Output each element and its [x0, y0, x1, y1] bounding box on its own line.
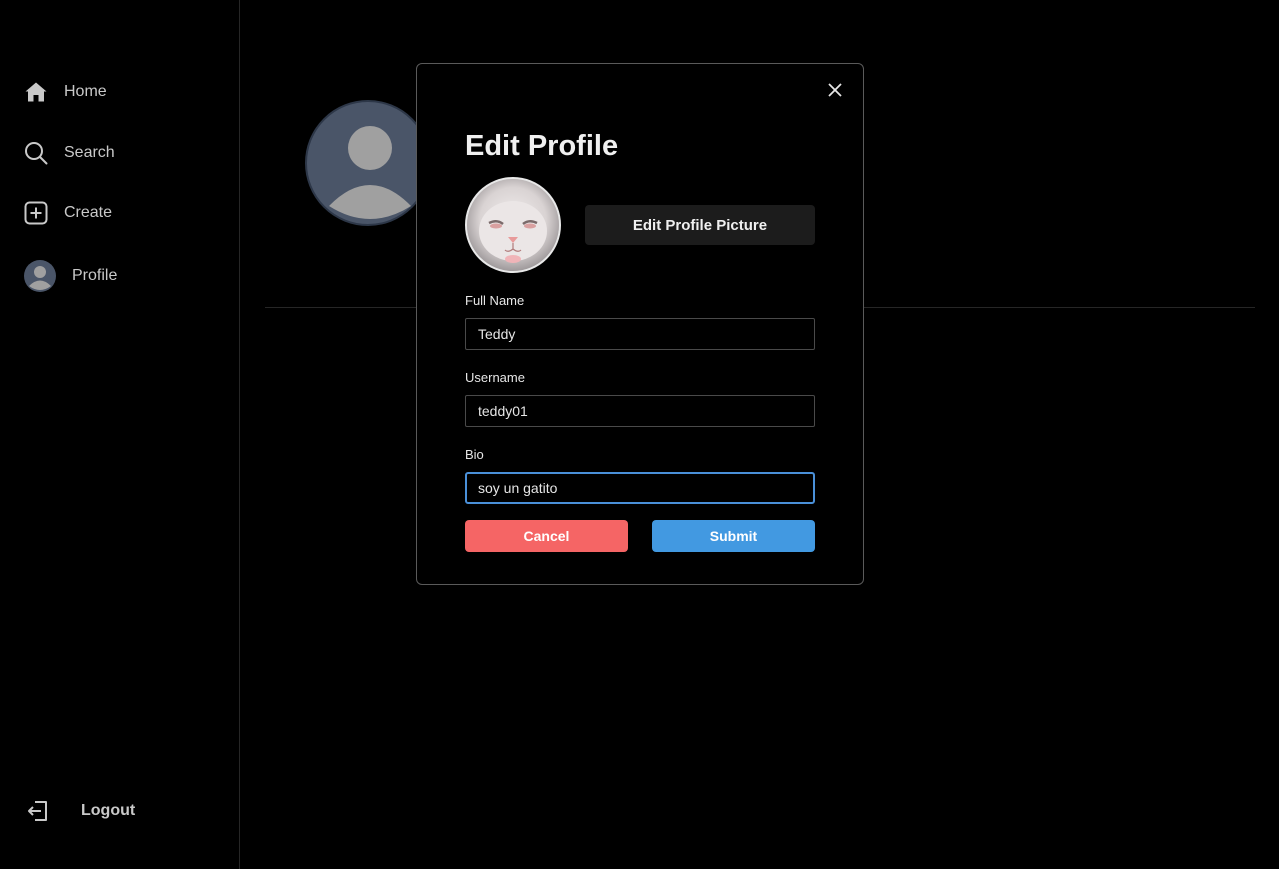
username-field[interactable]: [465, 395, 815, 427]
avatar: [24, 260, 56, 292]
logout-icon: [26, 799, 50, 823]
sidebar: Home Search Create Profile Logout: [0, 0, 240, 869]
submit-button[interactable]: Submit: [652, 520, 815, 552]
edit-profile-modal: Edit Profile Edit Profile Picture Full N…: [416, 63, 864, 585]
edit-profile-picture-button[interactable]: Edit Profile Picture: [585, 205, 815, 245]
full-name-field[interactable]: [465, 318, 815, 350]
sidebar-item-label: Home: [64, 83, 107, 100]
full-name-label: Full Name: [465, 293, 525, 308]
bio-field[interactable]: [465, 472, 815, 504]
sidebar-item-search[interactable]: Search: [24, 141, 115, 165]
logout-label: Logout: [81, 802, 136, 819]
close-button[interactable]: [825, 80, 845, 100]
username-label: Username: [465, 370, 525, 385]
cancel-button[interactable]: Cancel: [465, 520, 628, 552]
close-icon: [828, 83, 842, 97]
modal-title: Edit Profile: [465, 130, 619, 162]
sidebar-item-label: Profile: [72, 267, 118, 284]
search-icon: [24, 141, 48, 165]
sidebar-item-profile[interactable]: Profile: [24, 260, 117, 292]
sidebar-item-home[interactable]: Home: [24, 80, 107, 104]
logout-button[interactable]: Logout: [26, 799, 135, 823]
profile-avatar-large: [305, 100, 431, 226]
plus-square-icon: [24, 201, 48, 225]
sidebar-item-label: Search: [64, 144, 115, 161]
home-icon: [24, 80, 48, 104]
sidebar-item-create[interactable]: Create: [24, 201, 112, 225]
bio-label: Bio: [465, 447, 484, 462]
profile-picture: [465, 177, 561, 273]
sidebar-item-label: Create: [64, 204, 113, 221]
